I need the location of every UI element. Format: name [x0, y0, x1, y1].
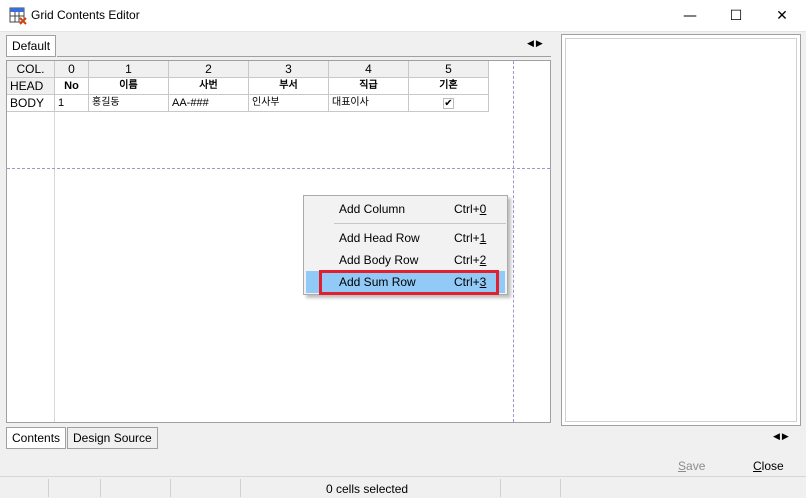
- head-cell[interactable]: 부서: [249, 78, 329, 95]
- save-button-label: Save: [678, 459, 706, 473]
- col-index[interactable]: 0: [55, 61, 89, 78]
- tab-scroll-arrows-icon[interactable]: ◀▶: [527, 39, 545, 49]
- row-label-divider: [54, 61, 55, 422]
- check-icon: ✔: [443, 97, 454, 109]
- head-cell[interactable]: No: [55, 78, 89, 95]
- status-separator: [48, 479, 49, 497]
- head-cell[interactable]: 기혼: [409, 78, 489, 95]
- status-text: 0 cells selected: [326, 482, 409, 496]
- guide-line-vertical: [513, 61, 514, 422]
- body-cell[interactable]: 대표이사: [329, 95, 409, 112]
- status-separator: [560, 479, 561, 497]
- body-cell[interactable]: 1: [55, 95, 89, 112]
- head-cell[interactable]: 이름: [89, 78, 169, 95]
- col-index[interactable]: 1: [89, 61, 169, 78]
- close-button-label: Close: [753, 459, 784, 473]
- menu-item-label: Add Body Row: [339, 253, 419, 267]
- save-button[interactable]: Save: [678, 459, 705, 473]
- col-index[interactable]: 2: [169, 61, 249, 78]
- preview-pane[interactable]: [561, 34, 801, 426]
- menu-item-add-head-row[interactable]: Add Head Row Ctrl+1: [306, 227, 505, 249]
- status-separator: [500, 479, 501, 497]
- col-row-label: COL.: [7, 61, 55, 78]
- menu-item-shortcut: Ctrl+1: [454, 231, 487, 245]
- tab-default[interactable]: Default: [6, 35, 57, 57]
- maximize-icon: ☐: [729, 8, 743, 24]
- maximize-button[interactable]: ☐: [713, 0, 759, 32]
- col-index[interactable]: 3: [249, 61, 329, 78]
- tab-design-source-label: Design Source: [73, 431, 152, 445]
- status-bar: 0 cells selected: [0, 476, 806, 498]
- minimize-icon: —: [683, 8, 697, 24]
- menu-item-shortcut: Ctrl+2: [454, 253, 487, 267]
- close-icon: ✕: [776, 8, 788, 24]
- tab-default-label: Default: [12, 39, 51, 53]
- menu-item-label: Add Column: [339, 202, 406, 216]
- bottom-tab-scroll-arrows-icon[interactable]: ◀▶: [773, 432, 791, 442]
- body-cell[interactable]: AA-###: [169, 95, 249, 112]
- annotation-highlight-box: [319, 270, 499, 295]
- preview-pane-inner: [565, 38, 797, 422]
- menu-separator: [334, 223, 506, 224]
- title-bar: Grid Contents Editor — ☐ ✕: [0, 0, 806, 32]
- minimize-button[interactable]: —: [667, 0, 713, 32]
- menu-item-label: Add Head Row: [339, 231, 420, 245]
- head-row-label: HEAD: [7, 78, 55, 95]
- close-window-button[interactable]: ✕: [759, 0, 805, 32]
- col-index[interactable]: 4: [329, 61, 409, 78]
- menu-item-add-body-row[interactable]: Add Body Row Ctrl+2: [306, 249, 505, 271]
- body-cell[interactable]: 인사부: [249, 95, 329, 112]
- guide-line-horizontal: [7, 168, 550, 169]
- status-separator: [170, 479, 171, 497]
- body-cell[interactable]: 홍길동: [89, 95, 169, 112]
- head-cell[interactable]: 사번: [169, 78, 249, 95]
- menu-item-add-column[interactable]: Add Column Ctrl+0: [306, 198, 505, 220]
- window-title: Grid Contents Editor: [31, 8, 140, 22]
- tab-strip-line: [57, 56, 551, 57]
- grid-app-icon: [9, 7, 27, 25]
- tab-contents-label: Contents: [12, 431, 61, 445]
- tab-contents[interactable]: Contents: [6, 427, 67, 449]
- close-button[interactable]: Close: [753, 459, 784, 473]
- col-index[interactable]: 5: [409, 61, 489, 78]
- menu-item-shortcut: Ctrl+0: [454, 202, 487, 216]
- body-cell-checkbox[interactable]: ✔: [409, 95, 489, 112]
- body-row-label: BODY: [7, 95, 55, 112]
- tab-design-source[interactable]: Design Source: [67, 427, 158, 449]
- status-separator: [100, 479, 101, 497]
- head-cell[interactable]: 직급: [329, 78, 409, 95]
- status-separator: [240, 479, 241, 497]
